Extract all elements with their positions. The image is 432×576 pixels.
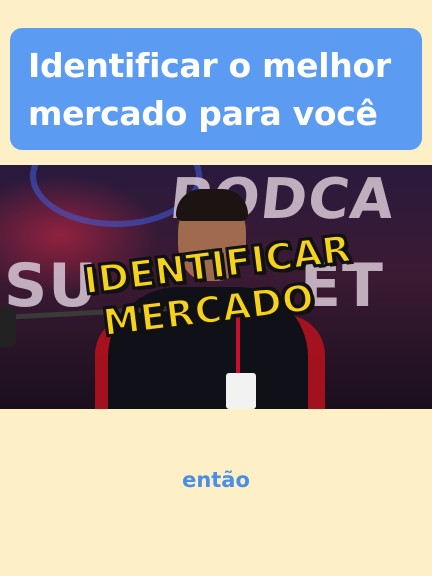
person-hair	[176, 189, 248, 221]
subtitle-text: então	[182, 468, 250, 492]
title-line-1: Identificar o melhor	[28, 46, 391, 85]
title-card: Identificar o melhor mercado para você	[10, 28, 422, 150]
microphone	[0, 307, 16, 347]
video-frame[interactable]: PODCA SU ET IDENTIFICAR MERCADO	[0, 165, 432, 409]
name-badge	[226, 373, 256, 409]
title-line-2: mercado para você	[28, 94, 378, 133]
